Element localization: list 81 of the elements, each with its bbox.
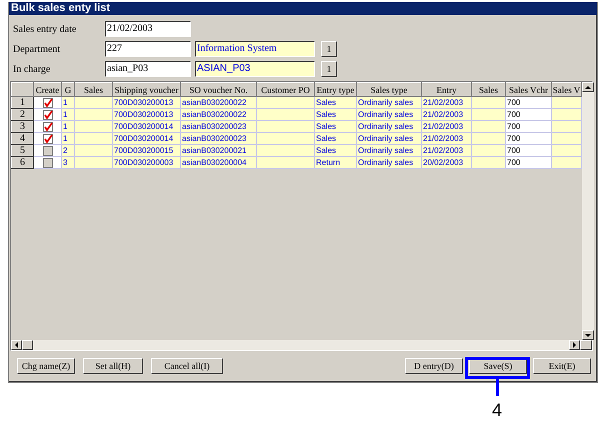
column-header: Sales [74,82,112,96]
row-number[interactable]: 3 [12,120,34,132]
row-number[interactable]: 5 [12,144,34,156]
leader-line [496,378,499,396]
table-cell: asianB030200004 [180,156,256,168]
input-field[interactable]: asian_P03 [105,61,191,77]
action-button[interactable]: Chg name(Z) [17,358,75,374]
table-cell: 700D030200013 [112,96,180,108]
table-cell: Ordinarily sales [356,156,422,168]
checked-checkbox[interactable] [42,98,52,108]
column-header: SO voucher No. [180,82,256,96]
table-cell: Ordinarily sales [356,108,422,120]
column-header: Entry [422,82,472,96]
column-header: G [62,82,74,96]
table-cell: 700D030200014 [112,132,180,144]
table-cell[interactable]: 700 [506,132,552,144]
scroll-thumb[interactable] [22,340,33,350]
column-header: Sales Vchr [506,82,552,96]
table-cell: 21/02/2003 [422,96,472,108]
scroll-up-icon[interactable] [585,84,591,90]
table-cell: asianB030200023 [180,120,256,132]
row-number[interactable]: 2 [12,108,34,120]
row-number[interactable]: 6 [12,156,34,168]
lookup-button[interactable]: 1 [321,41,337,57]
action-button[interactable]: D entry(D) [405,358,463,374]
table-cell[interactable]: 700 [506,156,552,168]
corner-header [12,82,34,96]
table-cell: asianB030200023 [180,132,256,144]
column-header: Sales V [552,82,582,96]
input-field[interactable]: 21/02/2003 [105,21,191,37]
scroll-left-icon[interactable] [14,342,19,348]
column-header: Customer PO [256,82,314,96]
table-cell[interactable]: 700 [506,120,552,132]
checked-checkbox[interactable] [42,110,52,120]
table-cell: 700D030200014 [112,120,180,132]
action-button[interactable]: Exit(E) [533,358,591,374]
table-cell: asianB030200022 [180,108,256,120]
column-header: Shipping voucher [112,82,180,96]
field-label: Department [13,44,62,54]
table-cell: Ordinarily sales [356,132,422,144]
checked-checkbox[interactable] [42,134,52,144]
table-cell: 21/02/2003 [422,132,472,144]
lookup-button[interactable]: 1 [321,61,337,77]
table-cell: 21/02/2003 [422,120,472,132]
scrollbar-corner [580,340,592,350]
checked-checkbox[interactable] [42,122,52,132]
field-label: Sales entry date [13,24,78,34]
column-header: Sales [472,82,506,96]
table-cell: 20/02/2003 [422,156,472,168]
table-cell: asianB030200022 [180,96,256,108]
table-cell: Ordinarily sales [356,96,422,108]
column-header: Sales type [356,82,422,96]
table-cell: 700D030200003 [112,156,180,168]
column-header: Create [34,82,62,96]
table-cell: 700D030200013 [112,108,180,120]
table-cell[interactable]: 700 [506,144,552,156]
row-number[interactable]: 4 [12,132,34,144]
callout-number: 4 [492,400,502,421]
table-cell: asianB030200021 [180,144,256,156]
checkbox[interactable] [42,158,52,168]
field-label: In charge [13,64,52,74]
checkbox[interactable] [42,146,52,156]
window-title: Bulk sales enty list [9,2,597,15]
action-button[interactable]: Set all(H) [83,358,143,374]
scroll-down-icon[interactable] [585,332,591,338]
row-number[interactable]: 1 [12,96,34,108]
input-field[interactable]: 227 [105,41,191,57]
name-field: ASIAN_P03 [195,61,315,77]
table-cell: 21/02/2003 [422,144,472,156]
table-cell[interactable]: 700 [506,108,552,120]
scroll-right-icon[interactable] [572,342,577,348]
column-header: Entry type [314,82,356,96]
table-cell: 21/02/2003 [422,108,472,120]
vertical-scrollbar[interactable] [582,82,594,340]
table-cell: Ordinarily sales [356,120,422,132]
name-field: Information System [195,41,315,57]
table-cell: Ordinarily sales [356,144,422,156]
horizontal-scrollbar[interactable] [11,340,592,350]
action-button[interactable]: Cancel all(I) [151,358,223,374]
table-cell[interactable]: 700 [506,96,552,108]
table-cell: 700D030200015 [112,144,180,156]
